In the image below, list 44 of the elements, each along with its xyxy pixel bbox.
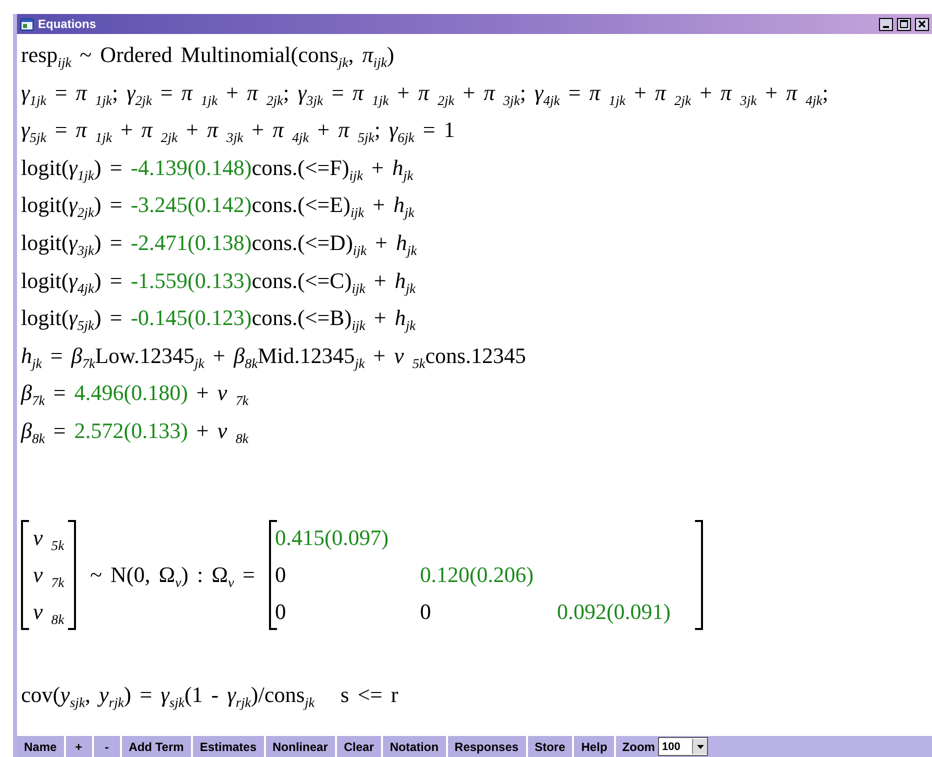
zoom-select[interactable]: 100 xyxy=(658,737,708,756)
toolbar-button[interactable]: Name xyxy=(17,736,66,757)
window-title: Equations xyxy=(38,17,98,31)
toolbar-button[interactable]: Notation xyxy=(382,736,448,757)
equation-line: logit(γ$_{5jk}$) = -0.145(0.123)cons.(<=B)$_{ijk}$ + h$_{jk}$ xyxy=(21,304,417,335)
maximize-icon xyxy=(900,20,908,28)
equation-line: γ$_{5jk}$ = π $_{1jk}$ + π $_{2jk}$ + π $_{3jk}$ + π $_{4jk}$ + π $_{5jk}$; γ$_{6jk}$ = 1 xyxy=(21,116,456,147)
toolbar-button[interactable]: Help xyxy=(574,736,616,757)
toolbar-button[interactable]: Store xyxy=(528,736,574,757)
toolbar-button[interactable]: + xyxy=(66,736,94,757)
matrix-cell-text: 0.120(0.206) xyxy=(420,560,535,589)
matrix-cell-text: 0 xyxy=(274,598,287,626)
dropdown-arrow-icon xyxy=(696,744,704,748)
toolbar-button[interactable]: - xyxy=(94,736,122,757)
equation-line: β$_{8k}$ = 2.572(0.133) + v $_{8k}$ xyxy=(21,416,250,448)
toolbar-button[interactable]: Estimates xyxy=(192,736,266,757)
matrix-cell-text: 0.415(0.097) xyxy=(274,524,390,552)
maximize-button[interactable] xyxy=(897,18,911,30)
zoom-label: Zoom xyxy=(622,740,655,754)
minimize-button[interactable] xyxy=(879,18,893,30)
equation-line: logit(γ$_{2jk}$) = -3.245(0.142)cons.(<=E)$_{ijk}$ + h$_{jk}$ xyxy=(21,191,416,222)
equation-line: γ$_{1jk}$ = π $_{1jk}$; γ$_{2jk}$ = π $_{1jk}$ + π $_{2jk}$; γ$_{3jk}$ = π $_{1jk}$ + π $_{2jk}$ + π $_{3jk}$; γ$_{4jk}$ = π $_{1jk}$ + π $_{2jk}$ + π $_{3jk}$ + π $_{4jk}$; xyxy=(21,78,830,110)
covariance-equation: s <= r xyxy=(340,680,398,709)
matrix-cell-text: 0.092(0.091) xyxy=(556,598,672,626)
window-icon xyxy=(20,18,34,30)
equation-line: β$_{7k}$ = 4.496(0.180) + v $_{7k}$ xyxy=(21,379,250,410)
vector-entry: v $_{7k}$ xyxy=(33,560,64,591)
equation-line: logit(γ$_{4jk}$) = -1.559(0.133)cons.(<=C)$_{ijk}$ + h$_{jk}$ xyxy=(21,266,417,298)
toolbar-button[interactable]: Responses xyxy=(448,736,528,757)
equation-line: logit(γ$_{3jk}$) = -2.471(0.138)cons.(<=D)$_{ijk}$ + h$_{jk}$ xyxy=(21,228,418,260)
equation-line: logit(γ$_{1jk}$) = -4.139(0.148)cons.(<=F)$_{ijk}$ + h$_{jk}$ xyxy=(21,154,414,185)
matrix-cell-text: 0 xyxy=(274,560,287,589)
toolbar-button[interactable]: Add Term xyxy=(122,736,193,757)
close-button[interactable] xyxy=(915,18,929,30)
close-icon xyxy=(918,20,926,28)
toolbar-button[interactable]: Clear xyxy=(336,736,383,757)
covariance-equation: cov(y$_{sjk}$, y$_{rjk}$) = γ$_{sjk}$(1 - γ$_{rjk}$)/cons$_{jk}$ xyxy=(21,680,315,712)
toolbar-button[interactable]: Nonlinear xyxy=(266,736,337,757)
vector-entry: v $_{8k}$ xyxy=(33,598,64,628)
equation-line: h$_{jk}$ = β$_{7k}$Low.12345$_{jk}$ + β$_{8k}$Mid.12345$_{jk}$ + v $_{5k}$cons.12345 xyxy=(21,342,528,373)
vector-entry: v $_{5k}$ xyxy=(33,524,64,554)
matrix-cell-text: 0 xyxy=(420,598,432,626)
distribution-statement: ~ N(0, Ω$_{v}$) : Ω$_{v}$ = xyxy=(90,562,255,588)
equation-line: resp$_{ijk}$ ~ Ordered Multinomial(cons$_{jk}$, π$_{ijk}$) xyxy=(21,41,396,72)
